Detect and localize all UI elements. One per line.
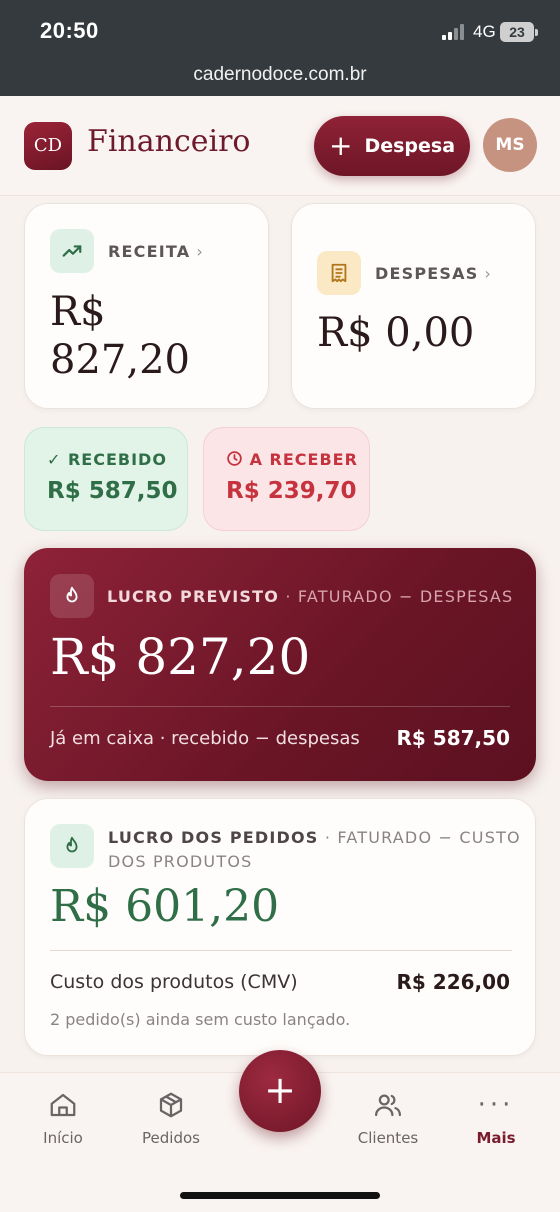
receita-value: R$ 827,20 [50, 288, 190, 384]
receita-label-text: RECEITA [108, 242, 191, 261]
nav-inicio[interactable]: Início [18, 1087, 108, 1147]
lucro-pedidos-label: LUCRO DOS PEDIDOS · FATURADO − CUSTO DOS… [108, 826, 521, 874]
divider [50, 706, 510, 707]
nav-inicio-label: Início [43, 1129, 83, 1147]
add-fab-button[interactable]: + [239, 1050, 321, 1132]
nav-pedidos-label: Pedidos [142, 1129, 200, 1147]
recebido-label: ✓ RECEBIDO [47, 450, 167, 469]
chevron-right-icon: › [484, 264, 493, 283]
flame-icon [50, 574, 94, 618]
url-bar[interactable]: cadernodoce.com.br [0, 60, 560, 96]
a-receber-chip[interactable]: A RECEBER R$ 239,70 [203, 427, 370, 531]
receipt-icon [317, 251, 361, 295]
url-text: cadernodoce.com.br [193, 64, 367, 85]
app-header: CD Financeiro + Despesa MS [0, 96, 560, 196]
cash-label: Já em caixa · recebido − despesas [50, 728, 360, 749]
users-icon [343, 1087, 433, 1123]
nav-mais[interactable]: ··· Mais [451, 1087, 541, 1147]
lucro-pedidos-card[interactable]: LUCRO DOS PEDIDOS · FATURADO − CUSTO DOS… [24, 798, 536, 1056]
receita-value-currency: R$ [50, 289, 106, 335]
nav-clientes-label: Clientes [357, 1129, 419, 1147]
a-receber-value: R$ 239,70 [226, 478, 357, 504]
recebido-label-text: RECEBIDO [67, 450, 167, 469]
chevron-right-icon: › [196, 242, 204, 261]
despesas-label-text: DESPESAS [375, 264, 479, 283]
receita-value-amount: 827,20 [50, 337, 190, 383]
nav-mais-label: Mais [476, 1129, 516, 1147]
battery-icon: 23 [500, 22, 538, 42]
cmv-value: R$ 226,00 [396, 970, 510, 994]
check-icon: ✓ [47, 450, 62, 469]
a-receber-label-text: A RECEBER [249, 450, 358, 469]
nav-pedidos[interactable]: Pedidos [126, 1087, 216, 1147]
trending-up-icon [50, 229, 94, 273]
network-type: 4G [473, 22, 496, 41]
home-indicator [180, 1192, 380, 1199]
divider [50, 950, 512, 951]
a-receber-label: A RECEBER [226, 450, 358, 471]
lucro-previsto-value: R$ 827,20 [50, 628, 311, 686]
more-icon: ··· [477, 1090, 515, 1120]
page-title: Financeiro [87, 124, 251, 159]
despesas-value: R$ 0,00 [317, 310, 475, 356]
lucro-pedidos-formula-2: DOS PRODUTOS [108, 852, 253, 871]
lucro-previsto-formula: · FATURADO − DESPESAS [285, 587, 514, 606]
recebido-value: R$ 587,50 [47, 478, 178, 504]
add-expense-button[interactable]: + Despesa [314, 116, 470, 176]
plus-icon: + [328, 129, 353, 162]
lucro-previsto-label: LUCRO PREVISTO · FATURADO − DESPESAS [107, 587, 513, 606]
nav-clientes[interactable]: Clientes [343, 1087, 433, 1147]
lucro-pedidos-value: R$ 601,20 [50, 881, 280, 932]
signal-icon [442, 24, 466, 40]
plus-icon: + [264, 1068, 296, 1112]
missing-cost-note: 2 pedido(s) ainda sem custo lançado. [50, 1010, 351, 1029]
despesas-label: DESPESAS › [375, 264, 492, 283]
receita-label: RECEITA › [108, 242, 204, 261]
cmv-label: Custo dos produtos (CMV) [50, 971, 298, 993]
recebido-chip[interactable]: ✓ RECEBIDO R$ 587,50 [24, 427, 188, 531]
status-bar: 20:50 4G 23 [0, 0, 560, 60]
despesas-card[interactable]: DESPESAS › R$ 0,00 [291, 203, 536, 409]
lucro-previsto-card[interactable]: LUCRO PREVISTO · FATURADO − DESPESAS R$ … [24, 548, 536, 781]
add-expense-label: Despesa [364, 135, 456, 157]
cash-value: R$ 587,50 [396, 726, 510, 750]
avatar[interactable]: MS [483, 118, 537, 172]
lucro-pedidos-title: LUCRO DOS PEDIDOS [108, 828, 319, 847]
flame-icon [50, 824, 94, 868]
box-icon [126, 1087, 216, 1123]
home-icon [18, 1087, 108, 1123]
receita-card[interactable]: RECEITA › R$ 827,20 [24, 203, 269, 409]
lucro-previsto-title: LUCRO PREVISTO [107, 587, 280, 606]
app-logo[interactable]: CD [24, 122, 72, 170]
lucro-pedidos-formula: · FATURADO − CUSTO [324, 828, 521, 847]
clock-icon [226, 450, 243, 471]
status-time: 20:50 [40, 18, 99, 43]
